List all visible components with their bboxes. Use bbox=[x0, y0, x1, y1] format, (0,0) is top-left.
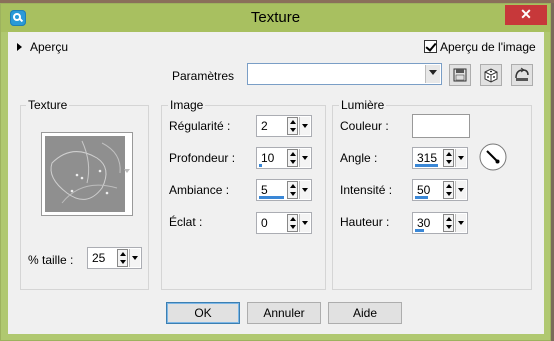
ok-button[interactable]: OK bbox=[166, 302, 240, 324]
window-title: Texture bbox=[250, 9, 301, 26]
angle-dropdown-icon[interactable] bbox=[455, 149, 466, 167]
intensity-dropdown-icon[interactable] bbox=[455, 181, 466, 199]
depth-level-bar bbox=[259, 164, 262, 167]
angle-spinner[interactable]: 315 bbox=[412, 147, 468, 169]
shine-spinner[interactable]: 0 bbox=[256, 212, 312, 234]
ambiance-label: Ambiance : bbox=[169, 183, 230, 197]
light-color-swatch[interactable] bbox=[412, 114, 470, 138]
random-button[interactable] bbox=[480, 64, 502, 86]
depth-spinner[interactable]: 10 bbox=[256, 147, 312, 169]
height-dropdown-icon[interactable] bbox=[455, 214, 466, 232]
reset-icon bbox=[515, 67, 529, 81]
preview-toggle-label[interactable]: Aperçu bbox=[30, 40, 68, 54]
height-value[interactable]: 30 bbox=[417, 216, 430, 230]
light-group-title: Lumière bbox=[339, 98, 387, 112]
texture-dialog: Texture ✕ Aperçu Aperçu de l'image Param… bbox=[0, 3, 551, 341]
image-group-title: Image bbox=[168, 98, 206, 112]
presets-combo[interactable] bbox=[247, 63, 442, 85]
ambiance-dropdown-icon[interactable] bbox=[299, 181, 310, 199]
depth-value[interactable]: 10 bbox=[261, 151, 274, 165]
angle-label: Angle : bbox=[340, 151, 378, 165]
size-dropdown-icon[interactable] bbox=[129, 249, 140, 267]
regularity-spinner[interactable]: 2 bbox=[256, 115, 312, 137]
floppy-disk-icon bbox=[453, 68, 467, 82]
ambiance-stepper[interactable] bbox=[287, 181, 298, 199]
angle-dial-icon[interactable] bbox=[478, 142, 508, 172]
help-button[interactable]: Aide bbox=[328, 302, 402, 324]
angle-value[interactable]: 315 bbox=[417, 151, 437, 165]
depth-dropdown-icon[interactable] bbox=[299, 149, 310, 167]
presets-label: Paramètres bbox=[172, 69, 235, 83]
dialog-body: Aperçu Aperçu de l'image Paramètres Text… bbox=[8, 32, 544, 334]
texture-preview-image bbox=[45, 136, 125, 212]
intensity-stepper[interactable] bbox=[443, 181, 454, 199]
angle-level-bar bbox=[415, 164, 438, 167]
shine-label: Éclat : bbox=[169, 215, 203, 229]
cancel-button[interactable]: Annuler bbox=[247, 302, 321, 324]
height-stepper[interactable] bbox=[443, 214, 454, 232]
close-button[interactable]: ✕ bbox=[505, 5, 547, 25]
color-label: Couleur : bbox=[340, 119, 389, 133]
height-spinner[interactable]: 30 bbox=[412, 212, 468, 234]
height-label: Hauteur : bbox=[340, 215, 390, 229]
intensity-spinner[interactable]: 50 bbox=[412, 179, 468, 201]
preview-checkbox[interactable] bbox=[424, 40, 437, 53]
ambiance-spinner[interactable]: 5 bbox=[256, 179, 312, 201]
title-bar[interactable]: Texture ✕ bbox=[1, 4, 550, 32]
angle-stepper[interactable] bbox=[443, 149, 454, 167]
reset-button[interactable] bbox=[511, 64, 533, 86]
size-value[interactable]: 25 bbox=[92, 251, 105, 265]
save-preset-button[interactable] bbox=[449, 64, 471, 86]
regularity-value[interactable]: 2 bbox=[261, 119, 268, 133]
height-level-bar bbox=[415, 229, 424, 232]
ambiance-value[interactable]: 5 bbox=[261, 183, 268, 197]
shine-stepper[interactable] bbox=[287, 214, 298, 232]
size-stepper[interactable] bbox=[117, 249, 128, 267]
size-spinner[interactable]: 25 bbox=[87, 247, 142, 269]
swatch-dropdown-icon[interactable] bbox=[124, 169, 130, 173]
regularity-label: Régularité : bbox=[169, 119, 231, 133]
intensity-level-bar bbox=[415, 196, 428, 199]
preview-checkbox-label[interactable]: Aperçu de l'image bbox=[440, 40, 536, 54]
chevron-down-icon[interactable] bbox=[425, 65, 440, 83]
shine-dropdown-icon[interactable] bbox=[299, 214, 310, 232]
shine-value[interactable]: 0 bbox=[261, 216, 268, 230]
texture-swatch-frame[interactable] bbox=[41, 132, 133, 216]
size-label: % taille : bbox=[28, 253, 74, 267]
depth-stepper[interactable] bbox=[287, 149, 298, 167]
expand-triangle-icon[interactable] bbox=[17, 43, 22, 51]
texture-group-title: Texture bbox=[26, 98, 70, 112]
dice-icon bbox=[484, 68, 498, 83]
regularity-dropdown-icon[interactable] bbox=[299, 117, 310, 135]
regularity-stepper[interactable] bbox=[287, 117, 298, 135]
depth-label: Profondeur : bbox=[169, 151, 236, 165]
intensity-label: Intensité : bbox=[340, 183, 393, 197]
ambiance-level-bar bbox=[259, 196, 284, 199]
intensity-value[interactable]: 50 bbox=[417, 183, 430, 197]
